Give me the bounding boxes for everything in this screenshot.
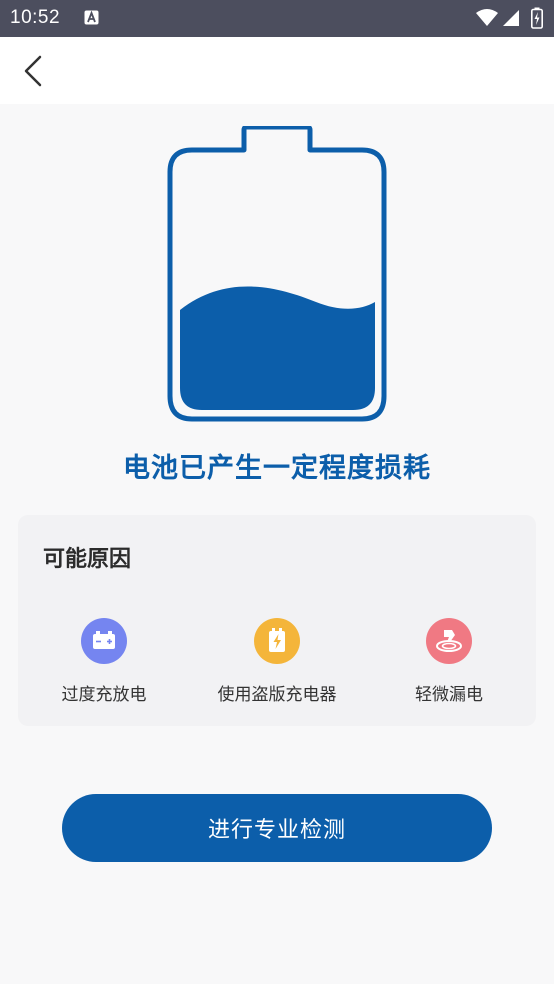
reason-label: 过度充放电 — [61, 685, 147, 705]
cellular-signal-icon — [503, 10, 519, 26]
professional-check-button[interactable]: 进行专业检测 — [62, 794, 492, 862]
status-bar: 10:52 — [0, 0, 554, 37]
charger-bolt-icon — [254, 618, 300, 664]
back-button[interactable] — [14, 51, 54, 91]
reason-item-overcharge: 过度充放电 — [29, 618, 179, 705]
wifi-icon — [476, 9, 498, 26]
text-a-icon — [84, 10, 99, 25]
battery-plus-minus-icon — [81, 618, 127, 664]
reasons-title: 可能原因 — [43, 547, 132, 572]
reason-label: 使用盗版充电器 — [217, 685, 337, 705]
status-time: 10:52 — [10, 7, 61, 28]
leak-icon — [426, 618, 472, 664]
battery-charging-icon — [531, 7, 543, 29]
reasons-card: 可能原因 过度充放电 使用盗版充电器 轻微漏电 — [18, 515, 536, 726]
app-bar — [0, 37, 554, 104]
reason-label: 轻微漏电 — [415, 685, 483, 705]
reason-item-leakage: 轻微漏电 — [374, 618, 524, 705]
headline: 电池已产生一定程度损耗 — [123, 453, 431, 484]
reason-item-pirated-charger: 使用盗版充电器 — [202, 618, 352, 705]
chevron-left-icon — [24, 55, 42, 87]
battery-level-graphic — [167, 126, 387, 422]
